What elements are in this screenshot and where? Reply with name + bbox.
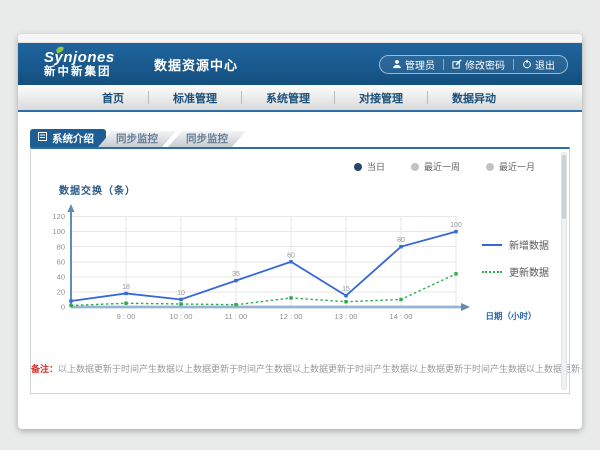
radio-today[interactable]: 当日 [354, 160, 385, 173]
svg-text:14 : 00: 14 : 00 [390, 312, 413, 321]
tab-sync-monitor-1[interactable]: 同步监控 [98, 131, 176, 147]
footnote: 备注：以上数据更新于时间产生数据以上数据更新于时间产生数据以上数据更新于时间产生… [31, 362, 569, 375]
edit-icon [452, 59, 462, 69]
nav-item-interface-mgmt[interactable]: 对接管理 [335, 90, 427, 106]
dotted-line-swatch-icon [482, 271, 502, 273]
main-nav: 首页 标准管理 系统管理 对接管理 数据异动 [18, 85, 582, 112]
user-actions: 管理员 修改密码 退出 [379, 55, 568, 74]
svg-text:120: 120 [52, 212, 65, 221]
radio-selected-icon [354, 163, 362, 171]
svg-text:0: 0 [61, 303, 65, 312]
svg-text:9 : 00: 9 : 00 [117, 312, 136, 321]
svg-text:40: 40 [57, 272, 65, 281]
admin-button[interactable]: 管理员 [384, 56, 443, 73]
app-header: Synjones 新中新集团 数据资源中心 管理员 修改密码 [18, 43, 582, 85]
nav-item-data-change[interactable]: 数据异动 [428, 90, 520, 106]
footnote-prefix: 备注： [31, 364, 58, 374]
tab-sync-monitor-2[interactable]: 同步监控 [168, 131, 246, 147]
svg-text:80: 80 [57, 242, 65, 251]
radio-last-month-label: 最近一月 [499, 160, 535, 173]
svg-text:20: 20 [57, 288, 65, 297]
power-icon [522, 59, 532, 69]
app-window: Synjones 新中新集团 数据资源中心 管理员 修改密码 [18, 34, 582, 429]
svg-text:10 : 00: 10 : 00 [170, 312, 193, 321]
document-grid-icon [38, 132, 47, 144]
svg-text:15: 15 [342, 286, 350, 293]
content-area: 系统介绍 同步监控 同步监控 当日 最近一周 [18, 112, 582, 394]
footnote-text: 以上数据更新于时间产生数据以上数据更新于时间产生数据以上数据更新于时间产生数据以… [58, 364, 582, 374]
radio-unselected-icon [486, 163, 494, 171]
solid-line-swatch-icon [482, 244, 502, 246]
time-range-filter: 当日 最近一周 最近一月 [31, 149, 569, 173]
chart-legend: 新增数据 更新数据 [482, 237, 549, 279]
svg-text:100: 100 [52, 227, 65, 236]
nav-item-standard-mgmt[interactable]: 标准管理 [149, 90, 241, 106]
svg-text:日期（小时）: 日期（小时） [485, 311, 536, 321]
tab-label: 系统介绍 [52, 131, 94, 146]
change-password-button[interactable]: 修改密码 [444, 56, 513, 73]
desktop-background: Synjones 新中新集团 数据资源中心 管理员 修改密码 [0, 0, 600, 450]
svg-text:18: 18 [122, 284, 130, 291]
brand-subname: 新中新集团 [44, 66, 140, 78]
content-panel: 当日 最近一周 最近一月 数据交换（条） 0 20 40 60 80 100 120 9 : … [30, 147, 570, 394]
radio-unselected-icon [411, 163, 419, 171]
change-password-label: 修改密码 [465, 57, 505, 72]
tab-system-intro[interactable]: 系统介绍 [30, 129, 106, 147]
svg-text:100: 100 [450, 222, 462, 229]
svg-text:35: 35 [232, 271, 240, 278]
legend-item-new-data: 新增数据 [482, 237, 549, 252]
legend-label: 新增数据 [509, 237, 549, 252]
radio-last-week-label: 最近一周 [424, 160, 460, 173]
user-icon [392, 59, 402, 69]
svg-text:10: 10 [177, 290, 185, 297]
brand-logo: Synjones 新中新集团 [32, 50, 140, 78]
panel-scrollbar[interactable] [561, 152, 567, 390]
legend-label: 更新数据 [509, 264, 549, 279]
radio-today-label: 当日 [367, 160, 385, 173]
window-top-strip [18, 34, 582, 43]
y-axis-title: 数据交换（条） [59, 182, 569, 197]
svg-text:80: 80 [397, 237, 405, 244]
svg-text:13 : 00: 13 : 00 [335, 312, 358, 321]
radio-last-week[interactable]: 最近一周 [411, 160, 460, 173]
scrollbar-thumb[interactable] [562, 155, 566, 219]
page-title: 数据资源中心 [154, 55, 238, 74]
nav-item-home[interactable]: 首页 [78, 90, 148, 106]
svg-text:60: 60 [287, 252, 295, 259]
admin-button-label: 管理员 [405, 57, 435, 72]
svg-text:11 : 00: 11 : 00 [225, 312, 247, 321]
tab-bar: 系统介绍 同步监控 同步监控 [30, 129, 582, 147]
logout-label: 退出 [535, 57, 555, 72]
legend-item-updated-data: 更新数据 [482, 264, 549, 279]
nav-item-system-mgmt[interactable]: 系统管理 [242, 90, 334, 106]
logout-button[interactable]: 退出 [514, 56, 563, 73]
radio-last-month[interactable]: 最近一月 [486, 160, 535, 173]
svg-text:12 : 00: 12 : 00 [280, 312, 303, 321]
svg-text:60: 60 [57, 257, 65, 266]
